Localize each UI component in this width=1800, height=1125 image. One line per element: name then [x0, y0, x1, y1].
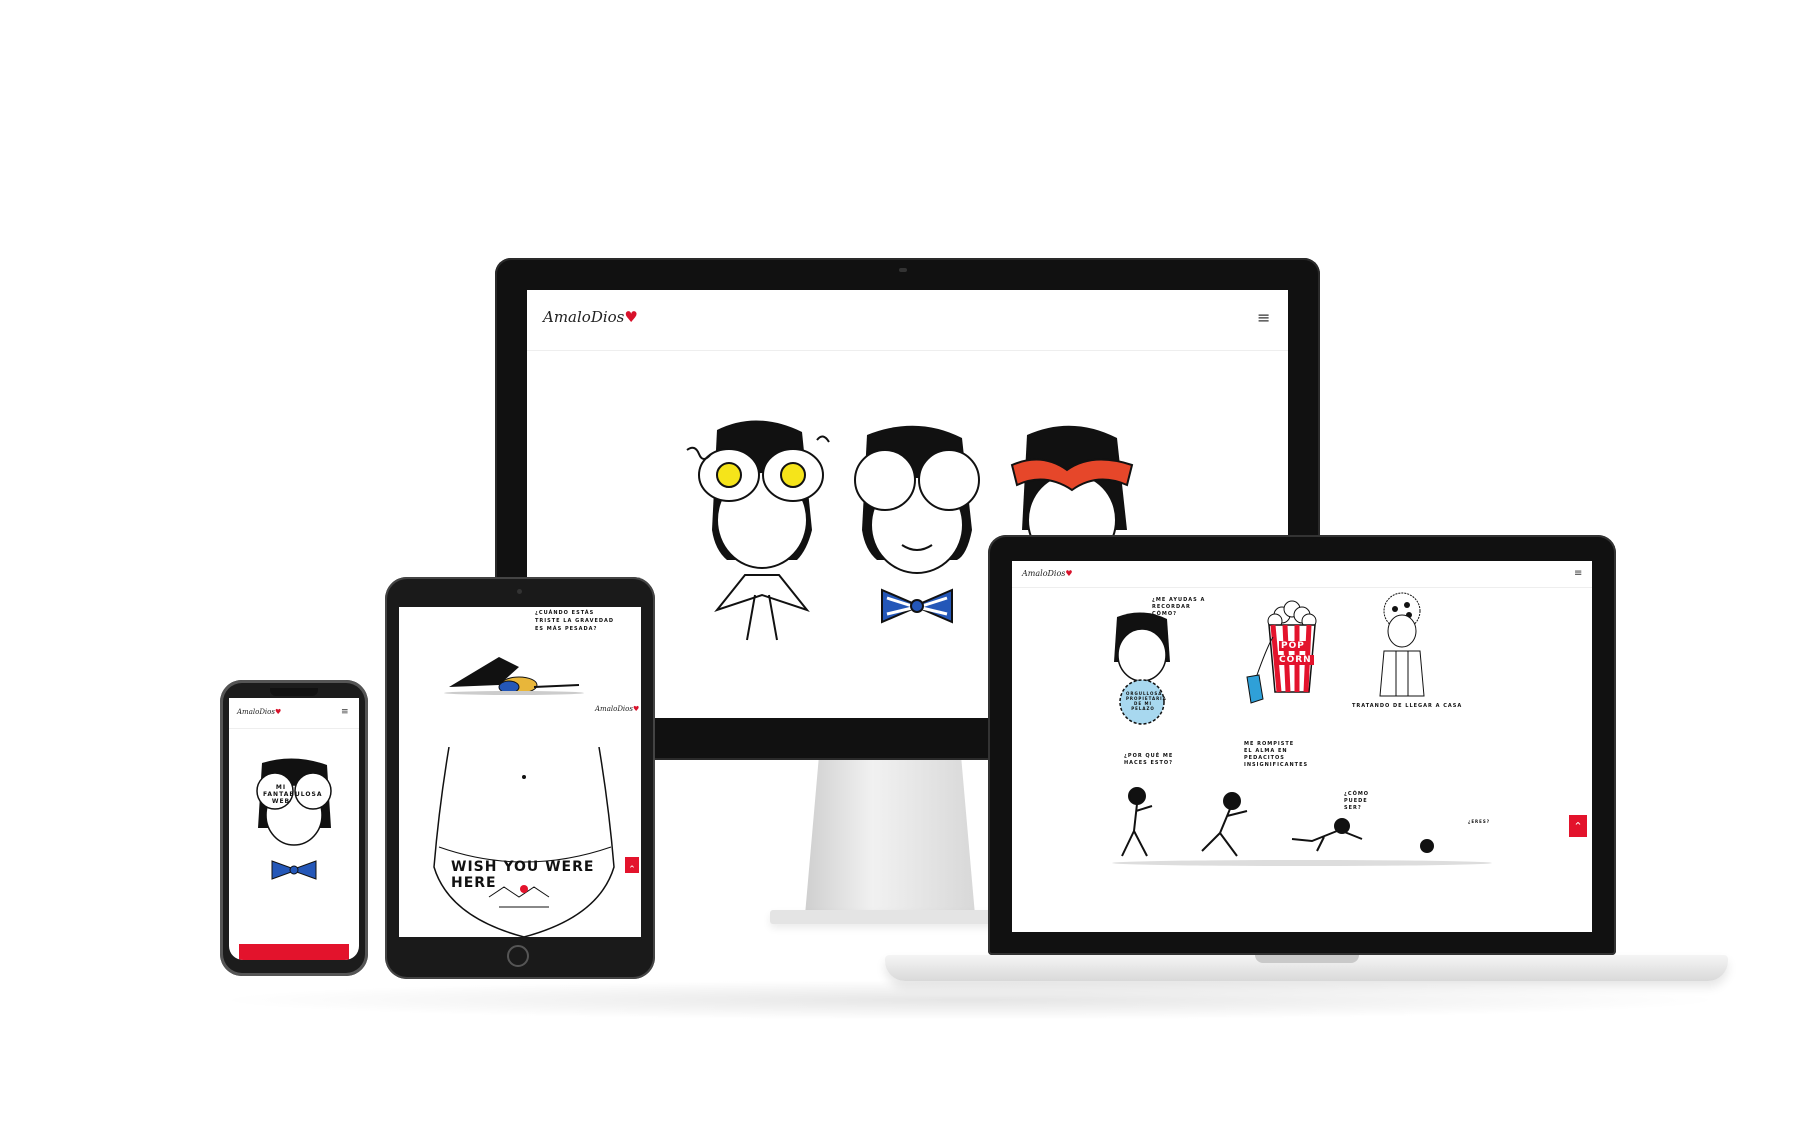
phone-screen: AmaloDios♥ ≡ MI FANTABULOSA WEB: [229, 698, 359, 960]
gallery-item-popcorn[interactable]: POP CORN: [1227, 597, 1327, 727]
signature-text: AmaloDios: [595, 705, 633, 713]
hamburger-menu-icon[interactable]: ≡: [1257, 310, 1270, 326]
heart-icon: ♥: [624, 308, 638, 326]
floor-shadow: [210, 980, 1730, 1020]
laptop: AmaloDios♥ ≡ ¿ME AYUDAS A RECORDAR CÓMO?…: [988, 535, 1616, 955]
gallery-item-girl-eyes[interactable]: TRATANDO DE LLEGAR A CASA: [1342, 591, 1492, 731]
strip-caption-1: ¿POR QUÉ ME HACES ESTO?: [1124, 753, 1174, 766]
laptop-notch: [1255, 955, 1359, 963]
phone: AmaloDios♥ ≡ MI FANTABULOSA WEB: [220, 680, 368, 976]
site-logo[interactable]: AmaloDios♥: [1022, 569, 1073, 578]
comic-strip-drawing: [1112, 787, 1492, 866]
strip-caption-2: ME ROMPISTE EL ALMA EN PEDACITOS INSIGNI…: [1244, 741, 1309, 768]
laptop-screen: AmaloDios♥ ≡ ¿ME AYUDAS A RECORDAR CÓMO?…: [1012, 561, 1592, 932]
wish-text: WISH YOU WERE HERE: [451, 859, 595, 891]
logo-text: AmaloDios: [543, 308, 625, 326]
phone-bubble-text: MI FANTABULOSA WEB: [263, 784, 323, 805]
scroll-top-button[interactable]: ⌃: [625, 857, 639, 875]
girl-egg-glasses: [686, 420, 830, 641]
chevron-up-icon: ⌃: [628, 865, 636, 875]
hamburger-menu-icon[interactable]: ≡: [341, 708, 349, 717]
tablet-camera: [517, 589, 522, 594]
badge-text: ORGULLOSA PROPIETARIA DE MI PELAZO: [1126, 691, 1167, 711]
monitor-stand: [805, 760, 975, 915]
tablet: ¿CUÁNDO ESTÁS TRISTE LA GRAVEDAD ES MÁS …: [385, 577, 655, 979]
phone-header: AmaloDios♥ ≡: [229, 698, 359, 729]
laptop-base: [885, 955, 1728, 981]
popcorn-label-top: POP: [1279, 641, 1307, 651]
heart-icon: ♥: [274, 708, 282, 716]
chevron-up-icon: ⌃: [1573, 820, 1583, 833]
logo-text: AmaloDios: [1022, 569, 1066, 578]
desktop-header: AmaloDios♥ ≡: [527, 290, 1288, 351]
desktop-camera: [899, 268, 907, 272]
logo-text: AmaloDios: [237, 708, 275, 716]
wish-drawing: [433, 747, 615, 937]
site-logo[interactable]: AmaloDios♥: [237, 708, 281, 716]
girl-bubble-glasses: [854, 425, 980, 624]
eyes-caption: TRATANDO DE LLEGAR A CASA: [1352, 703, 1463, 709]
heart-icon: ♥: [1065, 569, 1073, 578]
phone-hero-illustration: [256, 758, 332, 880]
phone-notch: [270, 688, 318, 696]
gravity-caption: ¿CUÁNDO ESTÁS TRISTE LA GRAVEDAD ES MÁS …: [535, 610, 615, 632]
gallery-item-girl-badge[interactable]: ¿ME AYUDAS A RECORDAR CÓMO? ORGULLOSA PR…: [1102, 597, 1212, 727]
tablet-home-button[interactable]: [507, 945, 529, 967]
popcorn-label-bottom: CORN: [1277, 655, 1314, 665]
site-logo[interactable]: AmaloDios♥: [543, 308, 638, 326]
monitor-base: [770, 910, 1010, 924]
mockup-canvas: { "brand": { "logo_text": "AmaloDios", "…: [0, 0, 1800, 1125]
scroll-top-button[interactable]: ⌃: [1569, 815, 1587, 837]
gravity-drawing: [444, 657, 584, 695]
phone-red-banner[interactable]: [239, 944, 349, 960]
tablet-screen: ¿CUÁNDO ESTÁS TRISTE LA GRAVEDAD ES MÁS …: [399, 607, 641, 937]
laptop-header: AmaloDios♥ ≡: [1012, 561, 1592, 588]
girl-eyes-drawing: [1379, 592, 1425, 697]
hamburger-menu-icon[interactable]: ≡: [1574, 569, 1582, 579]
heart-icon: ♥: [632, 705, 640, 713]
signature-logo: AmaloDios♥: [595, 705, 639, 713]
